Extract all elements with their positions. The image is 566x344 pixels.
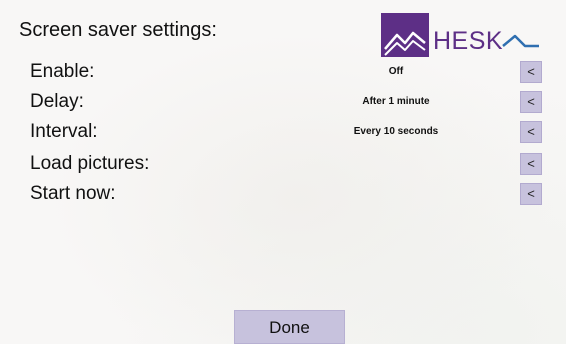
setting-value-enable: Off — [388, 66, 404, 77]
interval-change-button[interactable]: < — [520, 121, 542, 143]
setting-value-interval: Every 10 seconds — [353, 126, 439, 137]
setting-label-start-now: Start now: — [30, 183, 116, 204]
setting-value-delay: After 1 minute — [362, 96, 430, 107]
start-now-button[interactable]: < — [520, 183, 542, 205]
logo-swoosh-icon — [502, 34, 539, 48]
delay-change-button[interactable]: < — [520, 91, 542, 113]
heska-logo: HESK — [381, 13, 541, 57]
logo-text: HESK — [433, 27, 504, 55]
setting-label-interval: Interval: — [30, 121, 98, 142]
enable-change-button[interactable]: < — [520, 61, 542, 83]
screen-saver-settings-screen: Screen saver settings: HESK Enable: Off … — [0, 0, 566, 344]
setting-label-load-pictures: Load pictures: — [30, 153, 150, 174]
setting-label-enable: Enable: — [30, 61, 95, 82]
mountain-logo-icon — [381, 13, 429, 57]
load-pictures-button[interactable]: < — [520, 153, 542, 175]
setting-label-delay: Delay: — [30, 91, 84, 112]
done-button[interactable]: Done — [234, 310, 345, 344]
page-title: Screen saver settings: — [19, 19, 217, 41]
